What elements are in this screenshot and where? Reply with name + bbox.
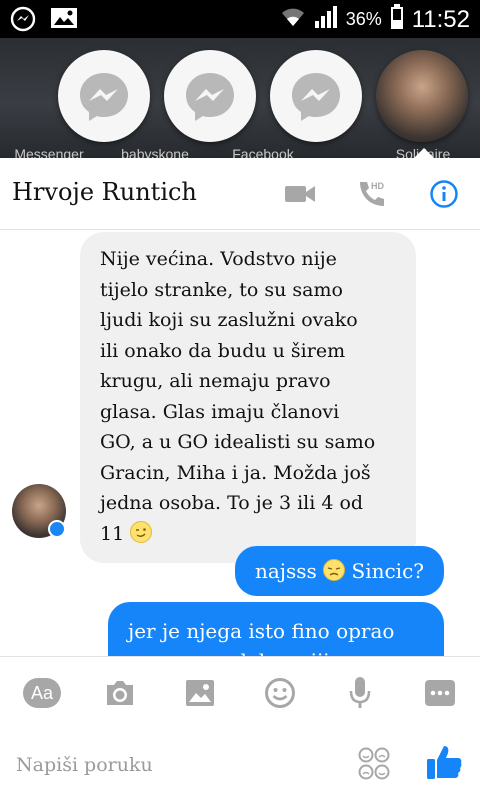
message-list[interactable]: Nije većina. Vodstvo nije tijelo stranke… (0, 230, 480, 656)
camera-icon[interactable] (102, 675, 138, 711)
text-style-button[interactable]: Aa (22, 675, 62, 711)
message-line: glasa. Glas imaju članovi (100, 400, 340, 423)
message-line: jedna osoba. To je 3 ili 4 od (100, 492, 364, 514)
gallery-icon[interactable] (182, 675, 218, 711)
message-line: tijelo stranke, to su samo (100, 278, 343, 301)
more-icon[interactable] (422, 675, 458, 711)
aa-label: Aa (23, 678, 61, 708)
chat-head-babyskone[interactable] (164, 50, 256, 142)
wifi-icon (280, 6, 306, 33)
messenger-icon (186, 73, 234, 121)
battery-icon (390, 4, 404, 35)
microphone-icon[interactable] (342, 675, 378, 711)
messenger-icon (292, 73, 340, 121)
message-text: Sincic? (351, 559, 425, 583)
message-line: Nije većina. Vodstvo nije (100, 248, 337, 270)
outgoing-message[interactable]: najsss Sincic? (234, 546, 444, 596)
composer-toolbar: Aa (0, 656, 480, 728)
outgoing-message[interactable]: jer je njega isto fino oprao parpar na d… (108, 602, 444, 656)
gallery-notification-icon (50, 6, 78, 36)
info-icon[interactable] (428, 178, 460, 210)
message-line: ljudi koji su zaslužni ovako (100, 309, 358, 331)
disappointed-emoji-icon (323, 559, 346, 581)
contact-name[interactable]: Hrvoje Runtich (12, 178, 197, 206)
wink-emoji-icon (130, 520, 153, 543)
message-line: jer je njega isto fino oprao (128, 619, 395, 643)
messenger-notification-icon (10, 6, 36, 36)
signal-icon (314, 5, 338, 34)
message-line: krugu, ali nemaju pravo (100, 370, 331, 392)
svg-text:HD: HD (371, 181, 384, 191)
emoji-icon[interactable] (262, 675, 298, 711)
conversation-header: Hrvoje Runtich HD (0, 158, 480, 230)
hd-call-icon[interactable]: HD (356, 178, 388, 210)
messenger-badge-icon (48, 520, 66, 538)
message-text: najsss (254, 559, 317, 583)
chat-heads-strip: Messenger babyskone Facebook Solidaire (0, 38, 480, 162)
video-call-icon[interactable] (284, 178, 316, 210)
incoming-message[interactable]: Nije većina. Vodstvo nije tijelo stranke… (80, 232, 416, 563)
message-composer (0, 728, 480, 800)
message-line: ili onako da budu u širem (100, 339, 346, 362)
message-input[interactable] (16, 750, 336, 780)
messenger-icon (80, 73, 128, 121)
chat-head-facebook[interactable] (270, 50, 362, 142)
message-line: 11 (100, 522, 125, 545)
like-button-icon[interactable] (424, 742, 464, 786)
message-line: parpar na delezaciji (128, 646, 424, 656)
clock: 11:52 (411, 5, 470, 33)
message-line: GO, a u GO idealisti su samo (100, 431, 376, 453)
battery-percent: 36% (345, 9, 382, 29)
conversation-panel: Hrvoje Runtich HD Nije većina. Vodstvo n… (0, 158, 480, 800)
chat-head-messenger[interactable] (58, 50, 150, 142)
stickers-icon[interactable] (358, 746, 390, 786)
chat-head-profile-photo[interactable] (376, 50, 468, 142)
message-line: Gracin, Miha i ja. Možda još (100, 461, 371, 484)
status-bar: 36% 11:52 (0, 0, 480, 38)
